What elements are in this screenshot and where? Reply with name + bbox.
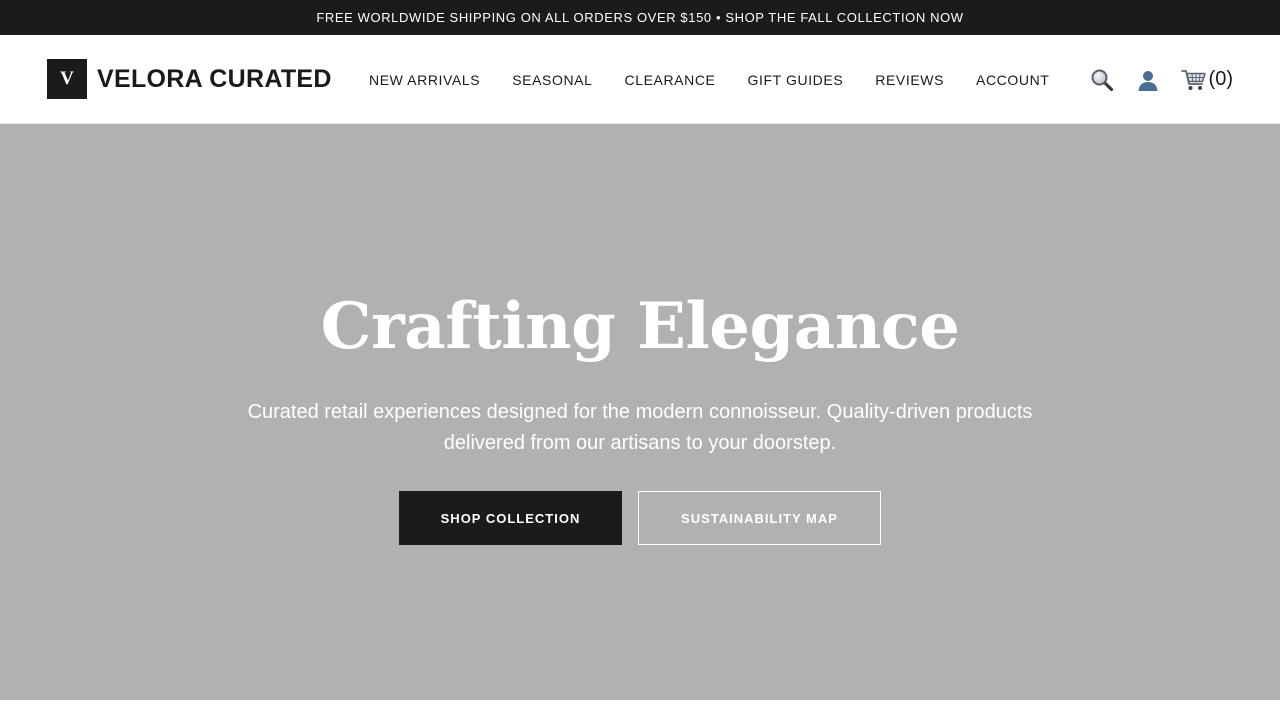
main-nav: NEW ARRIVALS SEASONAL CLEARANCE GIFT GUI… [369,35,1049,124]
logo-link[interactable]: V VELORA CURATED [47,59,332,99]
cart-button[interactable]: (0) [1180,68,1233,92]
hero-section: Crafting Elegance Curated retail experie… [0,124,1280,700]
cart-icon [1180,69,1206,90]
site-header: V VELORA CURATED NEW ARRIVALS SEASONAL C… [0,35,1280,124]
page-content-start [0,700,1280,720]
user-icon [1138,70,1158,91]
search-button[interactable] [1089,67,1115,93]
nav-item-reviews[interactable]: REVIEWS [875,72,944,88]
header-actions: (0) [1089,35,1233,124]
shop-collection-button[interactable]: SHOP COLLECTION [399,491,622,545]
nav-item-account[interactable]: ACCOUNT [976,72,1049,88]
nav-item-new-arrivals[interactable]: NEW ARRIVALS [369,72,480,88]
cart-count: (0) [1208,68,1233,90]
nav-item-gift-guides[interactable]: GIFT GUIDES [747,72,843,88]
brand-name: VELORA CURATED [97,64,332,93]
announcement-bar: FREE WORLDWIDE SHIPPING ON ALL ORDERS OV… [0,0,1280,35]
search-icon [1091,69,1113,91]
hero-title: Crafting Elegance [320,289,960,364]
nav-item-clearance[interactable]: CLEARANCE [624,72,715,88]
logo-mark: V [47,59,87,99]
sustainability-map-button[interactable]: SUSTAINABILITY MAP [638,491,881,545]
hero-subtitle: Curated retail experiences designed for … [247,401,1033,454]
announcement-text: FREE WORLDWIDE SHIPPING ON ALL ORDERS OV… [316,10,964,25]
nav-item-seasonal[interactable]: SEASONAL [512,72,592,88]
account-button[interactable] [1135,67,1161,93]
